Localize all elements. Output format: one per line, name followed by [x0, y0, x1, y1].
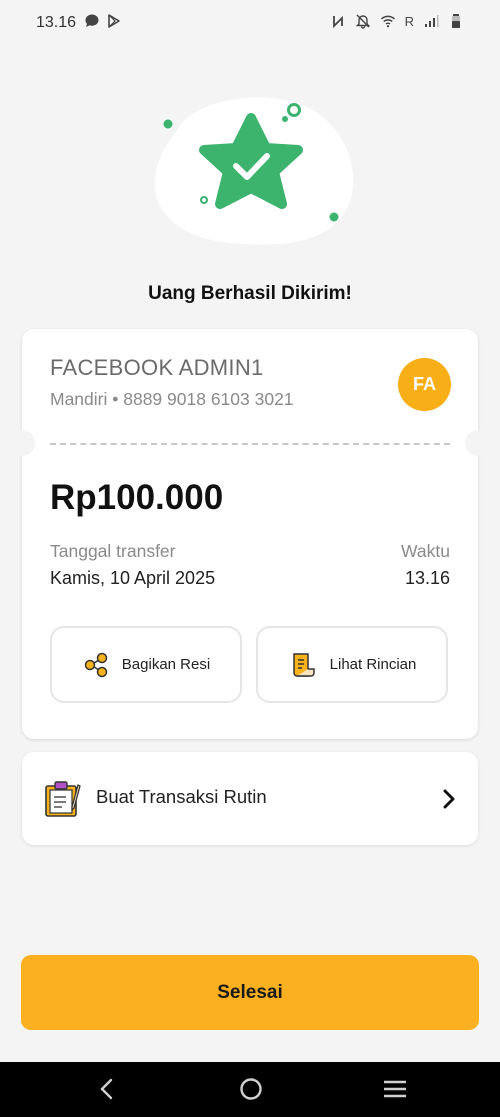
recents-icon[interactable]: [382, 1076, 408, 1102]
finish-button-label: Selesai: [217, 981, 283, 1003]
battery-icon: [452, 14, 460, 28]
date-value: Kamis, 10 April 2025: [50, 568, 216, 588]
share-receipt-label: Bagikan Resi: [121, 656, 211, 673]
back-icon[interactable]: [96, 1076, 118, 1102]
avatar: FA: [398, 358, 451, 411]
roaming-r-icon: R: [404, 13, 414, 29]
signal-icon: [425, 15, 439, 27]
card-notch-right: [465, 430, 491, 456]
receipt-icon: [292, 652, 315, 677]
card-notch-left: [9, 430, 35, 456]
finish-button[interactable]: Selesai: [21, 955, 479, 1030]
star-check-icon: [154, 97, 354, 245]
chat-bubble-icon: [85, 14, 99, 27]
share-icon: [84, 652, 108, 677]
routine-transaction-label: Buat Transaksi Rutin: [96, 786, 267, 807]
recipient-account: Mandiri • 8889 9018 6103 3021: [50, 389, 294, 409]
date-label: Tanggal transfer: [50, 541, 176, 561]
avatar-initials: FA: [412, 374, 436, 394]
time-value: 13.16: [404, 568, 450, 588]
nfc-icon: [332, 15, 343, 29]
bell-off-icon: [355, 14, 370, 29]
time-label: Waktu: [401, 541, 450, 561]
home-icon[interactable]: [238, 1076, 264, 1102]
play-store-icon: [108, 14, 120, 28]
status-time: 13.16: [36, 14, 77, 31]
status-bar: 13.16 R: [0, 0, 500, 46]
view-details-label: Lihat Rincian: [329, 656, 417, 673]
dashed-divider: [50, 443, 450, 445]
recipient-name: FACEBOOK ADMIN1: [50, 355, 264, 380]
view-details-button[interactable]: Lihat Rincian: [256, 626, 448, 703]
navigation-bar: [0, 1062, 500, 1117]
clipboard-icon: [45, 781, 81, 817]
success-title: Uang Berhasil Dikirim!: [148, 283, 352, 304]
transfer-amount: Rp100.000: [50, 478, 224, 517]
wifi-icon: [380, 15, 395, 28]
chevron-right-icon: [443, 789, 455, 809]
share-receipt-button[interactable]: Bagikan Resi: [50, 626, 242, 703]
